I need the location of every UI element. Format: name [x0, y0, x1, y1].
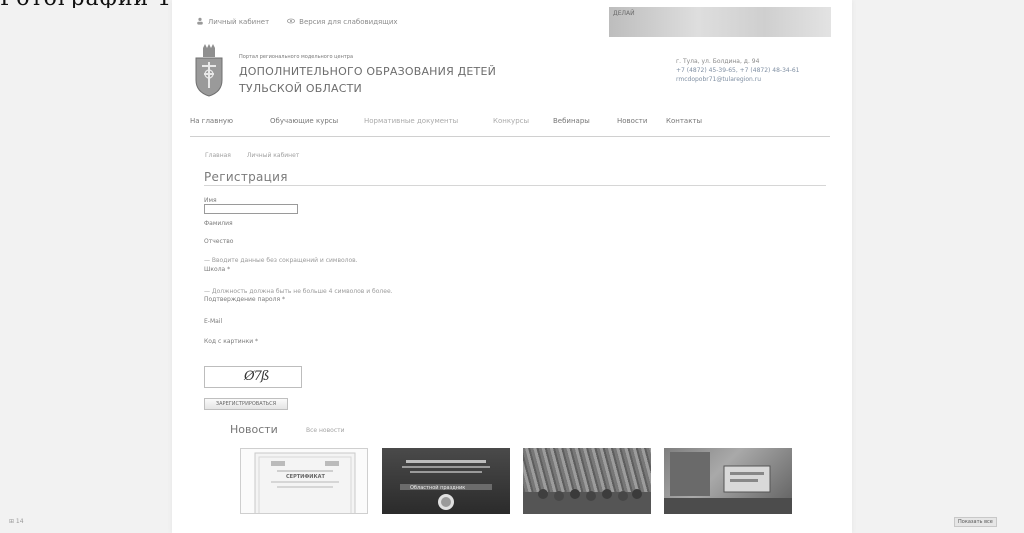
news-all-link[interactable]: Все новости: [306, 427, 345, 434]
banner-text: ДЕЛАЙ: [613, 10, 635, 17]
contact-info: г. Тула, ул. Болдина, д. 94 +7 (4872) 45…: [676, 57, 800, 84]
user-icon: [197, 17, 203, 25]
nav-item-contests[interactable]: Конкурсы: [493, 117, 529, 125]
nav-item-courses[interactable]: Обучающие курсы: [270, 117, 338, 125]
last-name-label: Фамилия: [204, 220, 233, 227]
accessibility-link[interactable]: Версия для слабовидящих: [287, 17, 398, 26]
utility-links: Личный кабинет Версия для слабовидящих: [196, 17, 398, 26]
account-link[interactable]: Личный кабинет: [196, 17, 269, 26]
group-photo-image: [523, 489, 651, 514]
news-thumb-2[interactable]: Областной праздник: [382, 448, 510, 514]
password-confirm-label: Подтверждение пароля *: [204, 296, 285, 303]
news-thumb-4[interactable]: [664, 448, 792, 514]
register-button[interactable]: ЗАРЕГИСТРИРОВАТЬСЯ: [204, 398, 288, 410]
site-title-line1: ДОПОЛНИТЕЛЬНОГО ОБРАЗОВАНИЯ ДЕТЕЙ: [239, 65, 497, 78]
show-all-button[interactable]: Показать все: [954, 517, 997, 527]
contact-email[interactable]: rmcdopobr71@tularegion.ru: [676, 75, 800, 84]
breadcrumb: Главная Личный кабинет: [205, 152, 313, 159]
news-thumb-3[interactable]: [523, 448, 651, 514]
school-label: Школа *: [204, 266, 231, 273]
title-divider: [204, 185, 826, 186]
breadcrumb-home[interactable]: Главная: [205, 152, 231, 159]
captcha-code: Ø7ß: [244, 369, 270, 384]
captcha-label: Код с картинки *: [204, 338, 259, 345]
first-name-label: Имя: [204, 197, 217, 204]
password-hint: — Должность должна быть не больше 4 симв…: [204, 288, 393, 295]
site-subtitle: Портал регионального модельного центра: [239, 54, 354, 60]
news-thumb-1-caption: СЕРТИФИКАТ: [286, 474, 325, 480]
contact-phones[interactable]: +7 (4872) 45-39-65, +7 (4872) 48-34-61: [676, 66, 800, 75]
certificate-image: [254, 452, 356, 513]
building-photo-image: [664, 452, 792, 514]
patronymic-label: Отчество: [204, 238, 234, 245]
status-bar-left: ⊞ 14: [9, 518, 24, 525]
nav-item-documents[interactable]: Нормативные документы: [364, 117, 458, 125]
crest-logo: [195, 44, 223, 97]
nav-item-contacts[interactable]: Контакты: [666, 117, 702, 125]
contact-address: г. Тула, ул. Болдина, д. 94: [676, 58, 760, 65]
promo-banner[interactable]: ДЕЛАЙ: [609, 7, 831, 37]
school-hint: — Вводите данные без сокращений и символ…: [204, 257, 358, 264]
nav-item-webinars[interactable]: Вебинары: [553, 117, 590, 125]
account-link-label: Личный кабинет: [208, 18, 270, 26]
news-heading: Новости: [230, 423, 278, 436]
first-name-input[interactable]: [204, 204, 298, 214]
nav-item-home[interactable]: На главную: [190, 117, 233, 125]
nav-item-news[interactable]: Новости: [617, 117, 647, 125]
page-title: Регистрация: [204, 170, 288, 184]
main-nav: На главную Обучающие курсы Нормативные д…: [190, 110, 830, 137]
email-label: E-Mail: [204, 318, 223, 325]
event-poster-image: [400, 460, 492, 510]
site-title-line2: ТУЛЬСКОЙ ОБЛАСТИ: [239, 82, 362, 95]
eye-icon: [287, 18, 296, 24]
news-thumb-1[interactable]: СЕРТИФИКАТ: [240, 448, 368, 514]
breadcrumb-current: Личный кабинет: [246, 152, 300, 159]
accessibility-link-label: Версия для слабовидящих: [299, 18, 398, 26]
news-thumb-2-caption: Областной праздник: [410, 485, 466, 491]
